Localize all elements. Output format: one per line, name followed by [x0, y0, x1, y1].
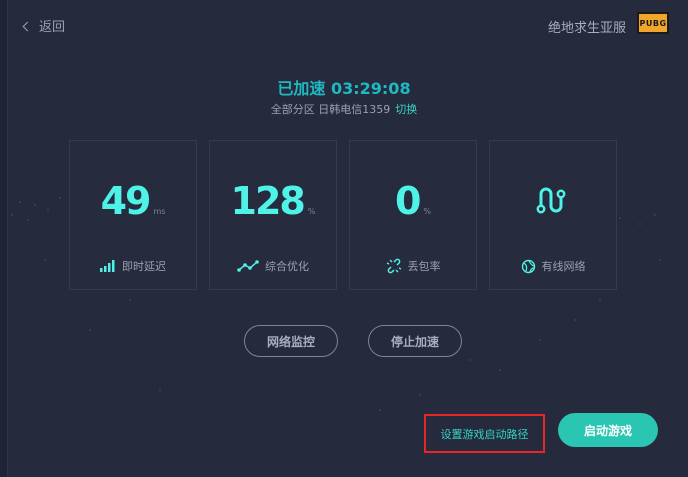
acceleration-status: 已加速 03:29:08 — [277, 79, 411, 98]
server-name: 全部分区 日韩电信1359 — [270, 103, 391, 116]
server-info: 全部分区 日韩电信1359 切换 — [0, 101, 688, 117]
game-name: 绝地求生亚服 — [547, 21, 626, 36]
signal-bars-icon — [100, 260, 115, 272]
latency-unit: ms — [153, 207, 166, 216]
network-monitor-button[interactable]: 网络监控 — [244, 325, 338, 357]
network-type-card: 有线网络 — [489, 140, 617, 290]
packet-loss-value: 0 — [394, 179, 421, 223]
latency-label: 即时延迟 — [122, 260, 166, 273]
optimization-unit: % — [307, 207, 316, 216]
chevron-left-icon — [22, 21, 33, 31]
latency-value: 49 — [100, 179, 152, 223]
latency-card: 49 ms 即时延迟 — [69, 140, 197, 290]
globe-icon — [521, 259, 535, 273]
network-type-label: 有线网络 — [541, 260, 586, 273]
back-button[interactable]: 返回 — [22, 16, 66, 35]
launch-game-button[interactable]: 启动游戏 — [558, 413, 658, 447]
network-route-icon — [536, 187, 566, 214]
window-edge — [0, 0, 8, 477]
optimization-card: 128% 综合优化 — [209, 140, 337, 290]
pubg-logo: PUBG — [637, 12, 669, 34]
packet-loss-card: 0% 丢包率 — [349, 140, 477, 290]
switch-server-link[interactable]: 切换 — [395, 103, 417, 116]
set-game-path-link[interactable]: 设置游戏启动路径 — [424, 414, 545, 453]
packet-loss-label: 丢包率 — [407, 260, 441, 273]
optimization-value: 128 — [230, 179, 306, 223]
back-label: 返回 — [39, 20, 66, 35]
trend-line-icon — [237, 260, 259, 272]
stop-acceleration-button[interactable]: 停止加速 — [368, 325, 462, 357]
broken-link-icon — [386, 258, 401, 274]
packet-loss-unit: % — [423, 207, 432, 216]
optimization-label: 综合优化 — [265, 260, 309, 273]
